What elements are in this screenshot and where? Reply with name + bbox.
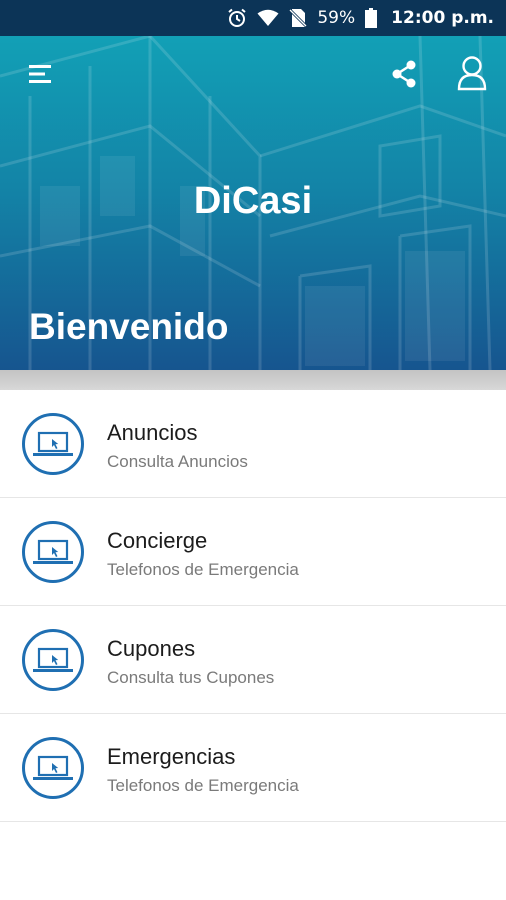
laptop-cursor-icon <box>21 412 85 476</box>
clock: 12:00 p.m. <box>391 8 494 28</box>
menu-list: Anuncios Consulta Anuncios Concierge Tel… <box>0 390 506 822</box>
share-button[interactable] <box>382 54 426 98</box>
laptop-cursor-icon <box>21 520 85 584</box>
list-item-concierge[interactable]: Concierge Telefonos de Emergencia <box>0 498 506 606</box>
laptop-cursor-icon <box>21 736 85 800</box>
laptop-cursor-icon <box>21 628 85 692</box>
item-subtitle: Consulta Anuncios <box>107 452 248 471</box>
item-title: Concierge <box>107 528 208 553</box>
battery-percent: 59% <box>317 8 356 28</box>
profile-button[interactable] <box>450 52 494 98</box>
list-item-cupones[interactable]: Cupones Consulta tus Cupones <box>0 606 506 714</box>
hamburger-menu-icon <box>27 64 53 88</box>
alarm-icon <box>227 8 247 28</box>
item-subtitle: Telefonos de Emergencia <box>107 776 299 795</box>
app-title: DiCasi <box>193 180 313 222</box>
item-title: Emergencias <box>107 744 236 769</box>
list-item-anuncios[interactable]: Anuncios Consulta Anuncios <box>0 390 506 498</box>
item-title: Anuncios <box>107 420 198 445</box>
welcome-heading: Bienvenido <box>29 306 229 347</box>
share-icon <box>389 59 419 93</box>
item-subtitle: Consulta tus Cupones <box>107 668 275 687</box>
divider <box>0 370 506 390</box>
menu-button[interactable] <box>18 56 62 96</box>
item-subtitle: Telefonos de Emergencia <box>107 560 299 579</box>
wifi-icon <box>257 9 279 27</box>
no-sim-icon <box>289 8 308 28</box>
battery-icon <box>365 8 378 28</box>
status-bar: 59% 12:00 p.m. <box>0 0 506 36</box>
list-item-emergencias[interactable]: Emergencias Telefonos de Emergencia <box>0 714 506 822</box>
user-profile-icon <box>457 55 487 95</box>
header-banner: DiCasi Bienvenido <box>0 36 506 370</box>
item-title: Cupones <box>107 636 196 661</box>
